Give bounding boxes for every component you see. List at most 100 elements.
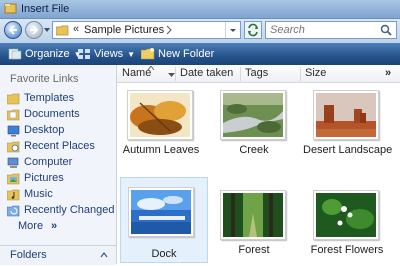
- folders-toggle[interactable]: Folders: [0, 245, 116, 265]
- search-icon[interactable]: [380, 24, 392, 36]
- file-list: Autumn Leaves Creek Desert Landscape Doc…: [117, 83, 400, 264]
- navigation-pane: Favorite Links Templates Documents Deskt…: [0, 65, 117, 265]
- organize-icon: [8, 48, 22, 60]
- recent-pages-dropdown-icon[interactable]: [44, 27, 50, 33]
- file-tile-dock[interactable]: Dock: [120, 177, 208, 263]
- views-icon: [78, 49, 90, 59]
- app-icon: [4, 3, 17, 14]
- sidebar-item-recently-changed[interactable]: Recently Changed: [7, 203, 115, 219]
- sidebar-item-pictures[interactable]: Pictures: [7, 171, 115, 187]
- sidebar-item-label: Recent Places: [24, 140, 95, 152]
- column-header-bar: Name Date taken Tags Size »: [117, 65, 400, 83]
- file-tile-forest[interactable]: Forest: [210, 186, 298, 266]
- column-name[interactable]: Name: [122, 66, 175, 81]
- window-title: Insert File: [21, 3, 70, 15]
- music-icon: [7, 189, 20, 201]
- sidebar-item-label: Recently Changed: [24, 204, 115, 216]
- address-path-box[interactable]: « Sample Pictures: [52, 21, 241, 39]
- new-folder-button[interactable]: New Folder: [141, 47, 241, 61]
- address-dropdown-button[interactable]: [225, 22, 240, 38]
- file-name: Forest: [238, 244, 270, 256]
- file-tile-autumn-leaves[interactable]: Autumn Leaves: [117, 86, 205, 166]
- chevron-double-right-icon: »: [51, 220, 58, 232]
- documents-icon: [7, 109, 20, 121]
- folders-label: Folders: [10, 249, 47, 261]
- recently-changed-icon: [7, 205, 20, 217]
- forward-arrow-icon: [30, 25, 39, 35]
- recent-places-icon: [7, 141, 20, 153]
- sidebar-item-documents[interactable]: Documents: [7, 107, 115, 123]
- back-button[interactable]: [4, 21, 22, 39]
- thumbnail: [127, 90, 193, 140]
- desktop-icon: [7, 125, 20, 137]
- thumbnail: [313, 190, 379, 240]
- favorite-links-heading: Favorite Links: [10, 73, 79, 85]
- breadcrumb-arrow-icon[interactable]: [166, 25, 172, 35]
- new-folder-icon: [141, 48, 155, 60]
- dock-thumbnail: [131, 190, 191, 234]
- views-dropdown-icon: ▼: [127, 50, 136, 59]
- chevron-down-icon: [230, 29, 236, 32]
- address-bar: « Sample Pictures: [0, 19, 400, 43]
- computer-icon: [7, 157, 19, 168]
- search-box[interactable]: [265, 21, 397, 39]
- sidebar-item-templates[interactable]: Templates: [7, 91, 115, 107]
- sort-ascending-icon: [147, 66, 155, 70]
- sidebar-item-computer[interactable]: Computer: [7, 155, 115, 171]
- sidebar-item-label: Desktop: [24, 124, 65, 136]
- autumn-leaves-thumbnail: [130, 93, 190, 137]
- sidebar-item-recent-places[interactable]: Recent Places: [7, 139, 115, 155]
- column-size[interactable]: Size: [300, 67, 365, 81]
- column-date-taken[interactable]: Date taken: [175, 67, 244, 81]
- new-folder-label: New Folder: [158, 48, 215, 60]
- sidebar-item-label: Documents: [24, 108, 80, 120]
- thumbnail: [220, 190, 286, 240]
- favorite-links-list: Templates Documents Desktop Recent Place…: [7, 91, 115, 235]
- file-tile-forest-flowers[interactable]: Forest Flowers: [303, 186, 391, 266]
- back-arrow-icon: [8, 25, 17, 35]
- file-tile-creek[interactable]: Creek: [210, 86, 298, 166]
- forest-flowers-thumbnail: [316, 193, 376, 237]
- pictures-icon: [7, 173, 20, 185]
- folder-icon: [56, 25, 69, 36]
- column-tags[interactable]: Tags: [240, 67, 303, 81]
- sidebar-item-label: Pictures: [24, 172, 64, 184]
- file-name: Desert Landscape: [303, 144, 393, 156]
- sidebar-item-label: Music: [24, 188, 53, 200]
- creek-thumbnail: [223, 93, 283, 137]
- organize-label: Organize: [25, 48, 70, 60]
- refresh-icon: [248, 23, 258, 37]
- column-date-taken-label: Date taken: [180, 67, 234, 79]
- more-columns-button[interactable]: »: [385, 67, 397, 81]
- file-tile-desert-landscape[interactable]: Desert Landscape: [303, 86, 393, 166]
- thumbnail: [313, 90, 379, 140]
- desert-landscape-thumbnail: [316, 93, 376, 137]
- column-tags-label: Tags: [245, 67, 269, 79]
- title-bar: Insert File: [0, 0, 400, 19]
- forward-button[interactable]: [25, 21, 43, 39]
- sidebar-item-more[interactable]: More »: [7, 219, 115, 235]
- sidebar-item-label: Templates: [24, 92, 75, 104]
- sidebar-item-label: More: [18, 220, 44, 232]
- forest-thumbnail: [223, 193, 283, 237]
- file-name: Creek: [239, 144, 269, 156]
- chevron-up-icon: [100, 252, 108, 258]
- search-input[interactable]: [266, 22, 374, 38]
- organize-button[interactable]: Organize ▼: [8, 47, 88, 61]
- folder-icon: [7, 93, 20, 105]
- thumbnail: [220, 90, 286, 140]
- views-button[interactable]: Views ▼: [77, 47, 137, 61]
- thumbnail: [128, 187, 194, 237]
- breadcrumb-overflow-chevron[interactable]: «: [73, 23, 79, 35]
- command-bar: Organize ▼ Views ▼ New Folder: [0, 43, 400, 65]
- sidebar-item-desktop[interactable]: Desktop: [7, 123, 115, 139]
- refresh-button[interactable]: [244, 21, 262, 39]
- column-size-label: Size: [305, 67, 327, 79]
- file-name: Autumn Leaves: [122, 144, 200, 156]
- column-name-dropdown-icon[interactable]: [168, 73, 175, 77]
- file-name: Dock: [151, 248, 177, 260]
- breadcrumb-sample-pictures[interactable]: Sample Pictures: [84, 24, 164, 36]
- file-name: Forest Flowers: [310, 244, 384, 256]
- sidebar-item-label: Computer: [24, 156, 73, 168]
- sidebar-item-music[interactable]: Music: [7, 187, 115, 203]
